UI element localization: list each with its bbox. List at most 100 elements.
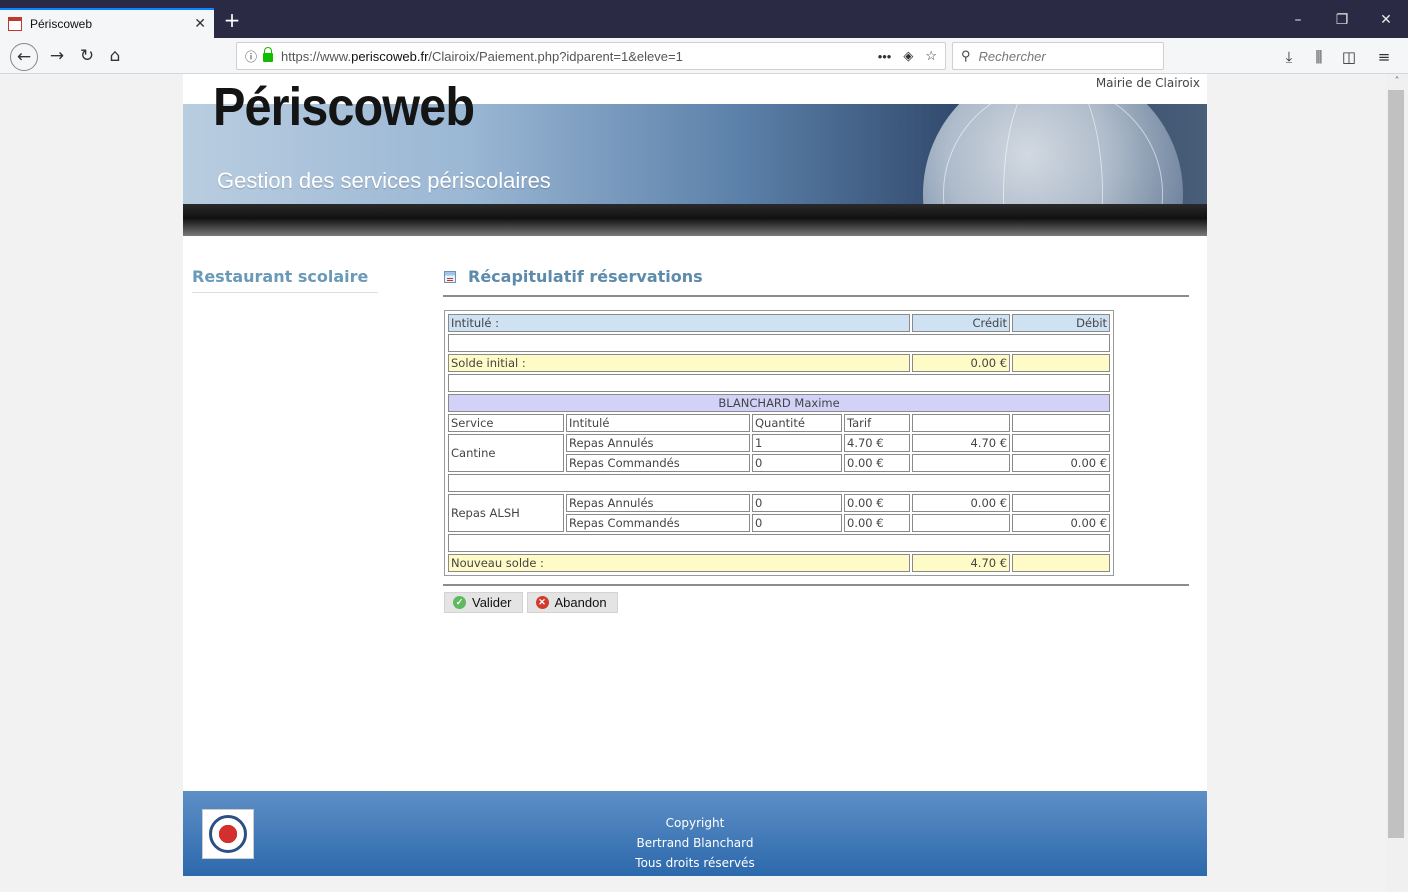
globe-meridian [1003, 104, 1103, 204]
row-debit [1012, 434, 1111, 452]
site-logo: Périscoweb [213, 77, 475, 137]
header-subtitle: Gestion des services périscolaires [217, 168, 551, 193]
row-tarif: 0.00 € [844, 514, 911, 532]
solde-initial-label: Solde initial : [448, 354, 911, 372]
child-name: BLANCHARD Maxime [448, 394, 1111, 412]
sidebar-icon[interactable]: ◫ [1338, 46, 1360, 68]
solde-initial-debit [1012, 354, 1111, 372]
restore-button[interactable]: ❐ [1320, 8, 1364, 32]
spacer-row [448, 334, 1111, 352]
new-tab-button[interactable]: + [220, 8, 244, 34]
row-intitule: Repas Commandés [566, 454, 750, 472]
solde-initial-credit: 0.00 € [912, 354, 1011, 372]
action-buttons: ✓ Valider ✕ Abandon [444, 592, 618, 613]
row-quantite: 1 [752, 434, 842, 452]
browser-nav-bar: ← → ↻ ⌂ ⓘ https://www. periscoweb.fr/Clai… [0, 38, 1408, 74]
page-container: Mairie de Clairoix Gestion des services … [183, 74, 1207, 876]
footer-rights: Tous droits réservés [635, 856, 755, 870]
abandon-button[interactable]: ✕ Abandon [526, 592, 618, 613]
row-tarif: 0.00 € [844, 454, 911, 472]
minimize-button[interactable]: – [1276, 8, 1320, 32]
recap-table: Intitulé : Crédit Débit Solde initial : … [444, 310, 1114, 576]
header-intitule: Intitulé : [448, 314, 911, 332]
forward-button[interactable]: → [44, 44, 70, 68]
row-intitule: Repas Annulés [566, 434, 750, 452]
nouveau-solde-credit: 4.70 € [912, 554, 1011, 572]
reload-button[interactable]: ↻ [74, 44, 100, 68]
pocket-icon[interactable]: ◈ [903, 48, 913, 64]
search-icon: ⚲ [961, 48, 971, 63]
bookmark-star-icon[interactable]: ☆ [925, 48, 937, 64]
sub-header-row: Service Intitulé Quantité Tarif [448, 414, 1111, 432]
row-intitule: Repas Commandés [566, 514, 750, 532]
info-icon[interactable]: ⓘ [245, 48, 257, 65]
home-button[interactable]: ⌂ [102, 44, 128, 68]
row-credit: 0.00 € [912, 494, 1011, 512]
spacer-row [448, 534, 1111, 552]
service-alsh: Repas ALSH [448, 494, 564, 532]
footer-copyright: Copyright [665, 816, 725, 830]
table-row: Repas ALSH Repas Annulés 0 0.00 € 0.00 € [448, 494, 1111, 532]
lock-icon [263, 47, 274, 62]
footer-author: Bertrand Blanchard [636, 836, 754, 850]
page-title-text: Récapitulatif réservations [468, 267, 703, 286]
url-path: /Clairoix/Paiement.php?idparent=1&eleve=… [428, 48, 683, 64]
page-viewport: Mairie de Clairoix Gestion des services … [0, 74, 1386, 892]
close-tab-icon[interactable]: ✕ [194, 16, 206, 32]
sub-header-tarif: Tarif [844, 414, 911, 432]
back-button[interactable]: ← [10, 43, 38, 71]
sub-header-quantite: Quantité [752, 414, 842, 432]
row-credit: 4.70 € [912, 434, 1011, 452]
divider [443, 295, 1189, 297]
row-debit [1012, 494, 1111, 512]
browser-tab-bar: Périscoweb ✕ + – ❐ ✕ [0, 0, 1408, 38]
sidebar-title: Restaurant scolaire [192, 267, 378, 293]
close-window-button[interactable]: ✕ [1364, 8, 1408, 32]
spacer-row [448, 474, 1111, 492]
library-icon[interactable]: ⫼ [1308, 46, 1330, 68]
scroll-thumb[interactable] [1388, 90, 1404, 838]
browser-tab[interactable]: Périscoweb ✕ [0, 8, 214, 38]
url-host-prefix: https://www. [281, 48, 352, 64]
child-name-row: BLANCHARD Maxime [448, 394, 1111, 412]
nouveau-solde-label: Nouveau solde : [448, 554, 911, 572]
table-header-row: Intitulé : Crédit Débit [448, 314, 1111, 332]
row-debit: 0.00 € [1012, 454, 1111, 472]
row-debit: 0.00 € [1012, 514, 1111, 532]
row-quantite: 0 [752, 514, 842, 532]
cancel-icon: ✕ [535, 596, 549, 609]
header-credit: Crédit [912, 314, 1011, 332]
search-input[interactable]: ⚲ Rechercher [952, 42, 1164, 70]
valider-label: Valider [472, 595, 512, 610]
row-quantite: 0 [752, 454, 842, 472]
vertical-scrollbar[interactable]: ˄ [1386, 74, 1408, 892]
nouveau-solde-row: Nouveau solde : 4.70 € [448, 554, 1111, 572]
downloads-icon[interactable]: ⤓ [1278, 46, 1300, 68]
row-credit [912, 454, 1011, 472]
abandon-label: Abandon [554, 595, 607, 610]
header-debit: Débit [1012, 314, 1111, 332]
service-cantine: Cantine [448, 434, 564, 472]
url-bar[interactable]: ⓘ https://www. periscoweb.fr/Clairoix/Pai… [236, 42, 946, 70]
scroll-up-icon[interactable]: ˄ [1386, 74, 1408, 90]
row-tarif: 4.70 € [844, 434, 911, 452]
url-host: periscoweb.fr [351, 48, 429, 64]
table-row: Cantine Repas Annulés 1 4.70 € 4.70 € [448, 434, 1111, 472]
sub-header-service: Service [448, 414, 564, 432]
row-quantite: 0 [752, 494, 842, 512]
calendar-icon [8, 17, 22, 31]
row-intitule: Repas Annulés [566, 494, 750, 512]
page-actions-icon[interactable]: ••• [878, 49, 892, 64]
page-title: Récapitulatif réservations [444, 267, 703, 286]
spacer-row [448, 374, 1111, 392]
footer-text: Copyright Bertrand Blanchard Tous droits… [183, 813, 1207, 873]
menu-icon[interactable]: ≡ [1373, 46, 1395, 68]
divider [443, 584, 1189, 586]
footer: Copyright Bertrand Blanchard Tous droits… [183, 791, 1207, 876]
solde-initial-row: Solde initial : 0.00 € [448, 354, 1111, 372]
header-dark-bar [183, 204, 1207, 236]
valider-button[interactable]: ✓ Valider [444, 592, 523, 613]
check-icon: ✓ [453, 596, 466, 609]
search-placeholder: Rechercher [978, 48, 1046, 64]
row-credit [912, 514, 1011, 532]
